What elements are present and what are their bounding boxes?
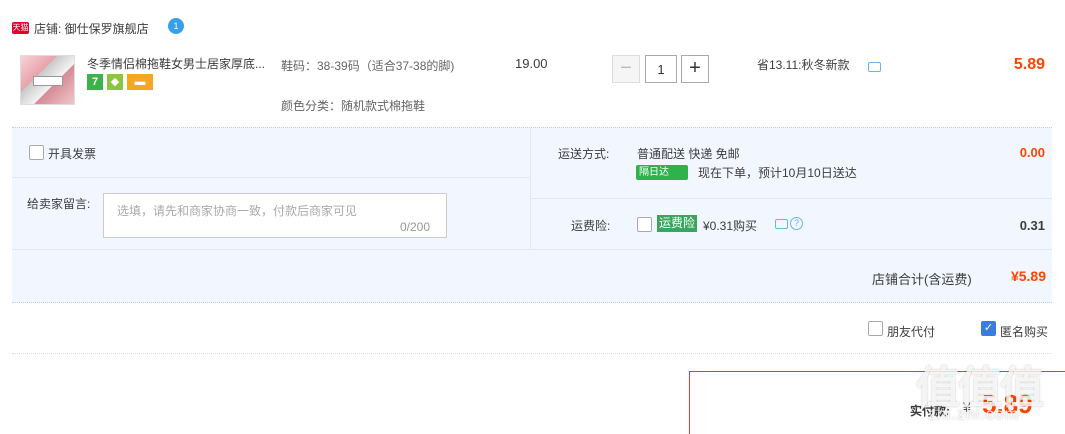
item-sku-color: 颜色分类：随机款式棉拖鞋	[281, 99, 426, 113]
card-icon: ▬	[127, 74, 153, 90]
friend-pay-label[interactable]: 朋友代付	[887, 323, 935, 340]
anonymous-checkbox[interactable]: ✓	[981, 321, 996, 336]
item-title[interactable]: 冬季情侣棉拖鞋女男士居家厚底...	[87, 55, 277, 72]
item-thumbnail[interactable]	[20, 55, 75, 105]
quantity-increase-button[interactable]: +	[681, 55, 709, 83]
next-day-badge: 隔日达	[636, 165, 688, 180]
shipping-fee: 0.00	[1019, 145, 1045, 160]
insurance-label: 运费险:	[571, 219, 611, 233]
anonymous-label[interactable]: 匿名购买	[1000, 323, 1048, 340]
quantity-decrease-button[interactable]: −	[612, 55, 640, 83]
divider	[531, 198, 1052, 199]
item-sku-size: 鞋码：38-39码（适合37-38的脚)	[281, 59, 455, 73]
tmall-badge: 天猫	[12, 22, 29, 34]
shop-total: ¥5.89	[1010, 268, 1046, 284]
divider	[12, 177, 530, 178]
comment-icon[interactable]	[775, 219, 788, 229]
divider	[12, 353, 1052, 354]
message-label: 给卖家留言:	[27, 197, 91, 211]
help-icon[interactable]: ?	[790, 217, 803, 230]
item-subtotal: 5.89	[1013, 56, 1045, 73]
insurance-checkbox[interactable]	[637, 217, 652, 232]
shipping-label: 运送方式:	[558, 147, 610, 161]
watermark-url: zhi.zhi.com	[928, 406, 1020, 423]
message-char-counter: 0/200	[400, 220, 431, 234]
chat-icon[interactable]: 1	[168, 18, 184, 34]
invoice-checkbox[interactable]	[29, 145, 44, 160]
shop-name[interactable]: 店铺: 御仕保罗旗舰店	[34, 20, 149, 37]
quantity-input[interactable]	[645, 55, 677, 83]
comment-icon[interactable]	[868, 62, 881, 72]
message-placeholder: 选填，请先和商家协商一致，付款后商家可见	[117, 204, 358, 218]
divider	[530, 128, 531, 249]
shipping-method: 普通配送 快递 免邮	[637, 147, 740, 161]
shield-icon: ◆	[107, 74, 123, 90]
shipping-eta: 现在下单，预计10月10日送达	[698, 166, 857, 180]
barcode-graphic	[33, 76, 63, 86]
shop-total-label: 店铺合计(含运费)	[872, 272, 972, 287]
promo-text: 省13.11:秋冬新款	[757, 58, 850, 72]
seven-day-return-icon: 7	[87, 74, 103, 90]
insurance-tag: 运费险	[657, 215, 698, 232]
invoice-label[interactable]: 开具发票	[48, 145, 96, 162]
insurance-fee: 0.31	[1019, 218, 1045, 233]
friend-pay-checkbox[interactable]	[868, 321, 883, 336]
unit-price: 19.00	[515, 56, 548, 71]
insurance-price: ¥0.31购买	[703, 219, 758, 233]
divider	[12, 249, 1052, 250]
